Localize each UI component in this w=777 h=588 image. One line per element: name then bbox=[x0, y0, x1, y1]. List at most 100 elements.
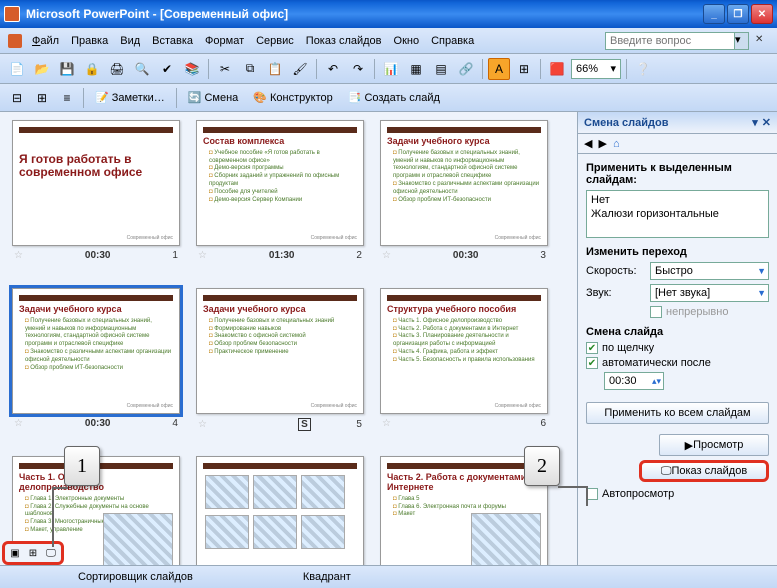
slideshow-view-icon[interactable]: 🖵 bbox=[42, 545, 60, 561]
menu-help[interactable]: Справка bbox=[431, 35, 474, 47]
view-switcher: ▣ ⊞ 🖵 bbox=[2, 541, 64, 565]
app-icon-small[interactable] bbox=[8, 34, 22, 48]
slide-thumbnail[interactable]: Часть 2. Работа с документами в Интернет… bbox=[380, 456, 548, 572]
nav-fwd-icon[interactable]: ▶ bbox=[598, 137, 606, 150]
effect-item: Нет bbox=[591, 193, 764, 207]
slide-thumbnail[interactable]: Задачи учебного курсаПолучение базовых и… bbox=[196, 288, 364, 414]
slide-thumbnail[interactable]: Задачи учебного курсаПолучение базовых и… bbox=[380, 120, 548, 246]
star-icon: ☆ bbox=[198, 250, 207, 261]
taskpane-close-icon[interactable]: ✕ bbox=[762, 116, 771, 129]
close-button[interactable]: ✕ bbox=[751, 4, 773, 24]
maximize-button[interactable]: ❐ bbox=[727, 4, 749, 24]
paste-icon[interactable]: 📋 bbox=[264, 58, 286, 80]
slide-time: 00:30 bbox=[453, 250, 479, 261]
star-icon: ☆ bbox=[382, 250, 391, 261]
effect-listbox[interactable]: Нет Жалюзи горизонтальные bbox=[586, 190, 769, 238]
new-slide-button[interactable]: 📑Создать слайд bbox=[342, 87, 446, 109]
tables-borders-icon[interactable]: ▤ bbox=[430, 58, 452, 80]
slide-time: 00:30 bbox=[85, 418, 111, 429]
status-bar: Сортировщик слайдов Квадрант bbox=[0, 565, 777, 588]
open-icon[interactable]: 📂 bbox=[31, 58, 53, 80]
auto-checkbox[interactable]: ✔ bbox=[586, 357, 598, 369]
slide-number: 5 bbox=[356, 419, 362, 430]
slide-number: 1 bbox=[172, 250, 178, 261]
auto-label: автоматически после bbox=[602, 357, 711, 369]
star-icon: ☆ bbox=[198, 419, 207, 430]
slide-sorter[interactable]: Я готов работать в современном офисеСовр… bbox=[0, 112, 577, 572]
chart-icon[interactable]: 📊 bbox=[380, 58, 402, 80]
notes-button[interactable]: 📝Заметки… bbox=[89, 87, 171, 109]
apply-label: Применить к выделенным слайдам: bbox=[586, 162, 769, 186]
menu-tools[interactable]: Сервис bbox=[256, 35, 294, 47]
hyperlink-icon[interactable]: 🔗 bbox=[455, 58, 477, 80]
grid-icon[interactable]: ⊞ bbox=[513, 58, 535, 80]
slide-number: 2 bbox=[356, 250, 362, 261]
sound-label: Звук: bbox=[586, 287, 644, 299]
slide-thumbnail[interactable]: Современный офис bbox=[196, 456, 364, 572]
onclick-checkbox[interactable]: ✔ bbox=[586, 342, 598, 354]
expand-icon[interactable]: ⊟ bbox=[6, 87, 28, 109]
app-logo-icon bbox=[4, 6, 20, 22]
menu-insert[interactable]: Вставка bbox=[152, 35, 193, 47]
sorter-view-icon[interactable]: ⊞ bbox=[24, 545, 42, 561]
slide-thumbnail[interactable]: Задачи учебного курсаПолучение базовых и… bbox=[12, 288, 180, 414]
ask-dropdown-icon[interactable]: ▾ bbox=[735, 32, 749, 50]
nav-home-icon[interactable]: ⌂ bbox=[613, 138, 620, 150]
permission-icon[interactable]: 🔒 bbox=[81, 58, 103, 80]
menu-window[interactable]: Окно bbox=[394, 35, 420, 47]
cut-icon[interactable]: ✂ bbox=[214, 58, 236, 80]
preview-icon[interactable]: 🔍 bbox=[131, 58, 153, 80]
loop-label: непрерывно bbox=[666, 306, 728, 318]
collapse-icon[interactable]: ⊞ bbox=[31, 87, 53, 109]
slide-time: 01:30 bbox=[269, 250, 295, 261]
taskpane-menu-icon[interactable]: ▾ bbox=[752, 116, 758, 129]
workspace: Я готов работать в современном офисеСовр… bbox=[0, 112, 777, 572]
menu-edit[interactable]: Правка bbox=[71, 35, 108, 47]
help-icon[interactable]: ❔ bbox=[632, 58, 654, 80]
format-painter-icon[interactable]: 🖌 bbox=[289, 58, 311, 80]
ask-input[interactable] bbox=[605, 32, 735, 50]
transition-button[interactable]: 🔄Смена bbox=[182, 87, 245, 109]
print-icon[interactable]: 🖨 bbox=[106, 58, 128, 80]
sound-select[interactable]: [Нет звука]▼ bbox=[650, 284, 769, 302]
new-icon[interactable]: 📄 bbox=[6, 58, 28, 80]
summary-icon[interactable]: ≡ bbox=[56, 87, 78, 109]
nav-back-icon[interactable]: ◀ bbox=[584, 137, 592, 150]
normal-view-icon[interactable]: ▣ bbox=[6, 545, 24, 561]
copy-icon[interactable]: ⧉ bbox=[239, 58, 261, 80]
apply-all-button[interactable]: Применить ко всем слайдам bbox=[586, 402, 769, 424]
slide-thumbnail[interactable]: Я готов работать в современном офисеСовр… bbox=[12, 120, 180, 246]
close-doc-icon[interactable]: ✕ bbox=[755, 34, 769, 48]
task-pane: Смена слайдов ▾✕ ◀ ▶ ⌂ Применить к выдел… bbox=[577, 112, 777, 572]
spell-icon[interactable]: ✔ bbox=[156, 58, 178, 80]
ask-box: ▾ bbox=[605, 32, 749, 50]
designer-button[interactable]: 🎨Конструктор bbox=[247, 87, 338, 109]
taskpane-header: Смена слайдов ▾✕ bbox=[578, 112, 777, 134]
standard-toolbar: 📄 📂 💾 🔒 🖨 🔍 ✔ 📚 ✂ ⧉ 📋 🖌 ↶ ↷ 📊 ▦ ▤ 🔗 A ⊞ … bbox=[0, 54, 777, 84]
slide-thumbnail[interactable]: Структура учебного пособияЧасть 1. Офисн… bbox=[380, 288, 548, 414]
taskpane-body: Применить к выделенным слайдам: Нет Жалю… bbox=[578, 154, 777, 572]
slide-time: 00:30 bbox=[85, 250, 111, 261]
save-icon[interactable]: 💾 bbox=[56, 58, 78, 80]
menu-file[interactable]: Файл bbox=[32, 35, 59, 47]
taskpane-nav: ◀ ▶ ⌂ bbox=[578, 134, 777, 154]
anim-icon: S bbox=[298, 418, 311, 431]
onclick-label: по щелчку bbox=[602, 342, 654, 354]
slideshow-button[interactable]: 🖵 Показ слайдов bbox=[639, 460, 769, 482]
auto-time-spinner[interactable]: 00:30▴▾ bbox=[604, 372, 664, 390]
slide-thumbnail[interactable]: Состав комплексаУчебное пособие «Я готов… bbox=[196, 120, 364, 246]
loop-checkbox[interactable] bbox=[650, 306, 662, 318]
redo-icon[interactable]: ↷ bbox=[347, 58, 369, 80]
highlight-icon[interactable]: A bbox=[488, 58, 510, 80]
research-icon[interactable]: 📚 bbox=[181, 58, 203, 80]
menu-show[interactable]: Показ слайдов bbox=[306, 35, 382, 47]
menu-format[interactable]: Формат bbox=[205, 35, 244, 47]
speed-select[interactable]: Быстро▼ bbox=[650, 262, 769, 280]
table-icon[interactable]: ▦ bbox=[405, 58, 427, 80]
zoom-combo[interactable]: 66%▾ bbox=[571, 59, 621, 79]
color-icon[interactable]: 🟥 bbox=[546, 58, 568, 80]
preview-button[interactable]: ▶ Просмотр bbox=[659, 434, 769, 456]
menu-view[interactable]: Вид bbox=[120, 35, 140, 47]
undo-icon[interactable]: ↶ bbox=[322, 58, 344, 80]
minimize-button[interactable]: _ bbox=[703, 4, 725, 24]
